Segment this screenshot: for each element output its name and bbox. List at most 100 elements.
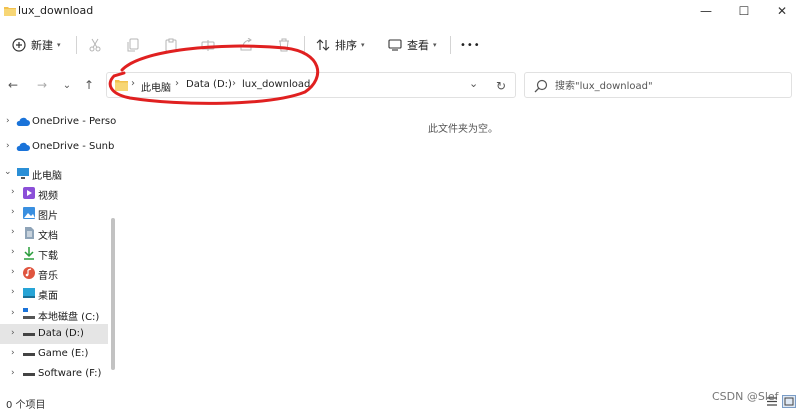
chevron-down-icon: ▾ <box>361 41 365 49</box>
view-button[interactable]: 查看 ▾ <box>388 34 437 56</box>
expand-chevron-icon[interactable]: › <box>11 328 15 338</box>
rename-button[interactable] <box>199 36 217 54</box>
computer-icon <box>16 166 30 180</box>
large-icons-view-icon[interactable] <box>782 395 796 408</box>
sidebar-item[interactable]: › 音乐 <box>0 263 108 283</box>
sidebar-item[interactable]: › 下载 <box>0 243 108 263</box>
copy-button[interactable] <box>124 36 142 54</box>
expand-chevron-icon[interactable]: › <box>11 207 15 217</box>
search-icon <box>534 79 548 93</box>
sidebar-item-label: Game (E:) <box>38 348 89 359</box>
expand-chevron-icon[interactable]: › <box>11 287 15 297</box>
trash-icon <box>279 38 289 52</box>
sidebar-item-label: Software (F:) <box>38 368 102 379</box>
divider <box>304 36 305 54</box>
up-button[interactable]: ↑ <box>80 76 98 94</box>
delete-button[interactable] <box>275 36 293 54</box>
expand-chevron-icon[interactable]: › <box>11 368 15 378</box>
drive-icon <box>22 347 36 361</box>
cut-button[interactable] <box>86 36 104 54</box>
cloud-icon <box>16 115 30 129</box>
sort-label: 排序 <box>335 39 357 52</box>
breadcrumb-separator: › <box>131 78 135 89</box>
item-count: 0 个项目 <box>6 400 46 410</box>
empty-folder-message: 此文件夹为空。 <box>428 124 498 135</box>
address-history-dropdown[interactable]: ⌄ <box>469 77 478 90</box>
search-box[interactable] <box>524 72 792 98</box>
expand-chevron-icon[interactable]: ⌄ <box>4 167 12 177</box>
expand-chevron-icon[interactable]: › <box>11 348 15 358</box>
back-button[interactable]: ← <box>4 76 22 94</box>
expand-chevron-icon[interactable]: › <box>11 227 15 237</box>
sidebar-item-label: 音乐 <box>38 271 58 282</box>
breadcrumb-this-pc[interactable]: 此电脑 <box>141 79 171 94</box>
breadcrumb-lux-download[interactable]: lux_download <box>242 79 310 90</box>
recent-locations-button[interactable]: ⌄ <box>58 76 76 94</box>
sidebar-item[interactable]: › Software (F:) <box>0 364 108 384</box>
share-button[interactable] <box>237 36 255 54</box>
sidebar-item[interactable]: › 图片 <box>0 203 108 223</box>
sidebar-item-label: Data (D:) <box>38 328 84 339</box>
video-icon <box>22 186 36 200</box>
rename-icon <box>201 40 215 51</box>
folder-icon <box>115 80 128 91</box>
music-icon <box>22 266 36 280</box>
clipboard-icon <box>165 38 177 52</box>
expand-chevron-icon[interactable]: › <box>11 267 15 277</box>
breadcrumb-separator: › <box>232 78 236 89</box>
more-options-button[interactable]: ••• <box>460 34 481 56</box>
sidebar-item[interactable]: › 视频 <box>0 183 108 203</box>
share-icon <box>240 38 252 51</box>
folder-icon <box>4 7 16 16</box>
sidebar-item-label: OneDrive - Sunb <box>32 141 115 152</box>
expand-chevron-icon[interactable]: › <box>6 116 10 126</box>
view-label: 查看 <box>407 39 429 52</box>
address-bar[interactable]: › 此电脑 › Data (D:) › lux_download ⌄ <box>106 72 516 98</box>
windows-drive-icon <box>22 307 36 321</box>
cloud-icon <box>16 140 30 154</box>
command-bar: 新建 ▾ 排序 ▾ 查看 ▾ ••• <box>0 28 800 60</box>
maximize-button[interactable]: ☐ <box>726 0 762 22</box>
expand-chevron-icon[interactable]: › <box>11 247 15 257</box>
breadcrumb-data-drive[interactable]: Data (D:) <box>186 79 232 90</box>
sidebar-item[interactable]: › Data (D:) <box>0 324 108 344</box>
scissors-icon <box>89 38 101 52</box>
navigation-pane: › OneDrive - Perso › OneDrive - Sunb ⌄ 此电脑 › 视频… <box>0 106 120 396</box>
new-button[interactable]: 新建 ▾ <box>12 34 61 56</box>
minimize-button[interactable]: — <box>688 0 724 22</box>
sidebar-item-label: 此电脑 <box>32 171 62 182</box>
sidebar-item-label: 文档 <box>38 231 58 242</box>
expand-chevron-icon[interactable]: › <box>11 308 15 318</box>
refresh-button[interactable]: ↻ <box>492 77 510 95</box>
pictures-icon <box>22 206 36 220</box>
chevron-down-icon: ▾ <box>433 41 437 49</box>
sidebar-item[interactable]: › OneDrive - Perso <box>0 112 116 132</box>
sidebar-scrollbar[interactable] <box>111 218 115 370</box>
search-input[interactable] <box>555 77 785 95</box>
sort-button[interactable]: 排序 ▾ <box>316 34 365 56</box>
sidebar-item[interactable]: › 桌面 <box>0 283 108 303</box>
forward-button[interactable]: → <box>33 76 51 94</box>
divider <box>76 36 77 54</box>
sidebar-item[interactable]: › 本地磁盘 (C:) <box>0 304 108 324</box>
chevron-down-icon: ▾ <box>57 41 61 49</box>
sidebar-item[interactable]: ⌄ 此电脑 <box>0 163 108 183</box>
title-bar: lux_download — ☐ ✕ <box>0 0 800 24</box>
drive-icon <box>22 327 36 341</box>
expand-chevron-icon[interactable]: › <box>6 141 10 151</box>
details-view-icon[interactable] <box>765 395 779 408</box>
sidebar-item-label: OneDrive - Perso <box>32 116 117 127</box>
paste-button[interactable] <box>162 36 180 54</box>
sidebar-item-label: 视频 <box>38 191 58 202</box>
monitor-icon <box>388 39 402 51</box>
status-bar: 0 个项目 <box>0 394 800 410</box>
plus-circle-icon <box>12 38 26 52</box>
window-title: lux_download <box>18 4 94 17</box>
close-button[interactable]: ✕ <box>764 0 800 22</box>
documents-icon <box>22 226 36 240</box>
sidebar-item[interactable]: › 文档 <box>0 223 108 243</box>
sidebar-item[interactable]: › OneDrive - Sunb <box>0 137 114 157</box>
expand-chevron-icon[interactable]: › <box>11 187 15 197</box>
sidebar-item[interactable]: › Game (E:) <box>0 344 108 364</box>
drive-icon <box>22 367 36 381</box>
